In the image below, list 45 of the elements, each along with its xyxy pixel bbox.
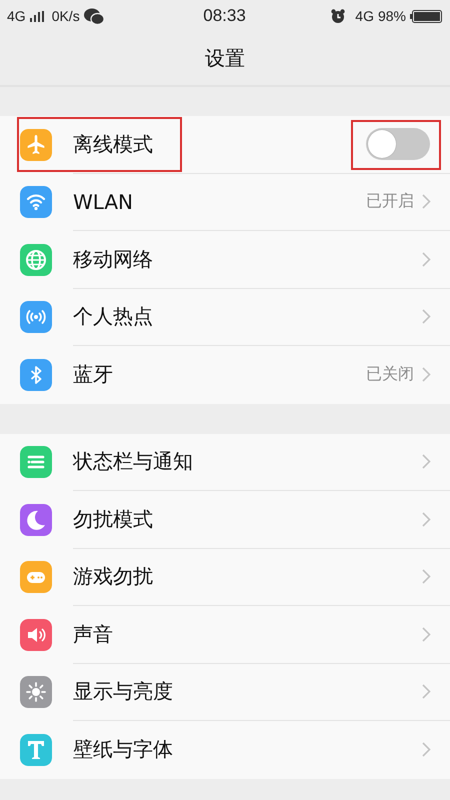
- chevron-right-icon: [422, 367, 431, 382]
- row-label: 勿扰模式: [73, 506, 154, 533]
- battery-icon: [410, 10, 442, 22]
- clock-time: 08:33: [203, 6, 246, 26]
- chevron-right-icon: [422, 569, 431, 584]
- toggle-switch[interactable]: [366, 128, 430, 160]
- status-value: 已开启: [366, 191, 414, 212]
- chevron-right-icon: [422, 194, 431, 210]
- settings-row[interactable]: 显示与亮度: [0, 664, 450, 721]
- settings-row[interactable]: 状态栏与通知: [0, 434, 450, 491]
- settings-row[interactable]: WLAN 已开启: [0, 174, 450, 231]
- chevron-right-icon: [422, 626, 431, 642]
- settings-row[interactable]: 移动网络: [0, 231, 450, 288]
- signal-icon: [30, 10, 44, 22]
- row-label: 移动网络: [73, 246, 154, 273]
- row-label: 蓝牙: [73, 361, 114, 388]
- chevron-right-icon: [422, 309, 431, 324]
- chevron-right-icon: [422, 252, 431, 267]
- row-label: 状态栏与通知: [73, 448, 194, 476]
- settings-row[interactable]: 个人热点: [0, 288, 450, 346]
- alarm-clock-icon: [331, 9, 346, 23]
- row-label: WLAN: [73, 190, 134, 214]
- battery-percent: 98%: [378, 8, 406, 24]
- chevron-right-icon: [422, 454, 431, 470]
- settings-row[interactable]: 勿扰模式: [0, 491, 450, 548]
- data-network-type: 4G: [355, 8, 374, 24]
- row-label: 壁纸与字体: [73, 736, 174, 764]
- settings-row[interactable]: 蓝牙 已关闭: [0, 346, 450, 404]
- row-label: 个人热点: [73, 303, 154, 330]
- row-label: 离线模式: [73, 130, 154, 158]
- settings-row[interactable]: 壁纸与字体: [0, 721, 450, 778]
- settings-row[interactable]: 游戏勿扰: [0, 548, 450, 606]
- status-value: 已关闭: [366, 364, 414, 386]
- row-label: 游戏勿扰: [73, 563, 154, 590]
- settings-row[interactable]: 声音: [0, 606, 450, 664]
- row-label: 显示与亮度: [73, 678, 174, 706]
- chevron-right-icon: [422, 684, 431, 700]
- chevron-right-icon: [422, 512, 431, 527]
- row-label: 声音: [73, 620, 114, 648]
- chat-icon: [84, 8, 104, 24]
- page-title: 设置: [205, 45, 245, 72]
- settings-row[interactable]: 离线模式: [0, 116, 450, 174]
- network-type: 4G: [7, 8, 26, 24]
- network-speed: 0K/s: [52, 8, 80, 24]
- chevron-right-icon: [422, 742, 431, 758]
